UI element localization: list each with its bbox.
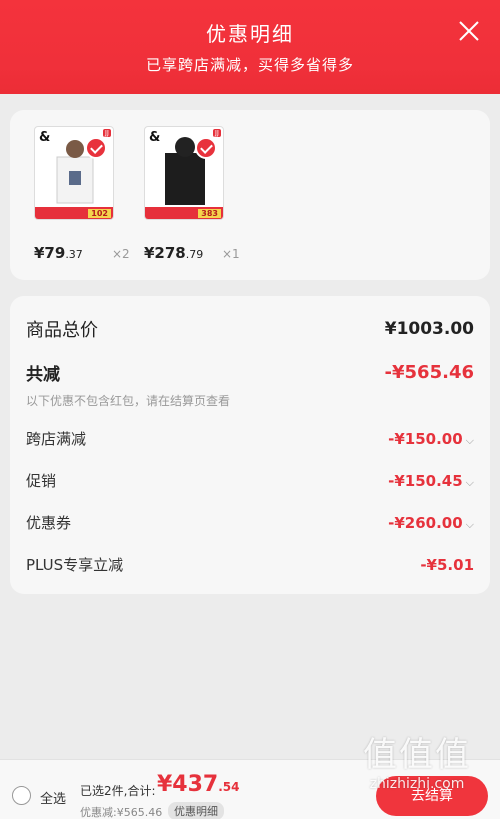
total-discount-row: 共减 -¥565.46 xyxy=(26,360,474,385)
chevron-down-icon[interactable]: ⌵ xyxy=(466,518,474,531)
discount-label: PLUS专享立减 xyxy=(26,556,124,574)
discount-detail-button[interactable]: 优惠明细 xyxy=(168,802,224,819)
discount-label: 跨店满减 xyxy=(26,430,87,448)
product-thumbnail[interactable]: & JJ 102 xyxy=(34,126,114,220)
chevron-down-icon[interactable]: ⌵ xyxy=(466,476,474,489)
close-icon[interactable] xyxy=(458,20,480,42)
discount-value: -¥5.01 xyxy=(420,555,474,574)
discount-value: -¥150.00 ⌵ xyxy=(388,429,474,448)
select-all-radio[interactable] xyxy=(12,786,31,805)
product-quantity: ×1 xyxy=(222,247,240,261)
discount-value: -¥260.00 ⌵ xyxy=(388,513,474,532)
discount-label: 促销 xyxy=(26,472,57,490)
total-label: 商品总价 xyxy=(26,320,98,341)
discount-summary-card: 商品总价 ¥1003.00 共减 -¥565.46 以下优惠不包含红包，请在结算… xyxy=(10,296,490,594)
discount-row-plus: PLUS专享立减 -¥5.01 xyxy=(26,554,474,575)
total-price: ¥437.54 xyxy=(157,772,240,797)
select-all-label[interactable]: 全选 xyxy=(40,788,66,807)
header: 优惠明细 已享跨店满减，买得多省得多 xyxy=(0,0,500,94)
product-thumbnail[interactable]: & JJ 383 xyxy=(144,126,224,220)
page-title: 优惠明细 xyxy=(206,22,294,46)
product-badge-number: 102 xyxy=(88,209,111,218)
saved-amount: 优惠减:¥565.46 xyxy=(80,806,163,819)
checkout-bar: 全选 已选2件,合计: ¥437.54 优惠减:¥565.46 优惠明细 去结算 xyxy=(0,759,500,819)
checkout-button[interactable]: 去结算 xyxy=(376,776,488,816)
product-item[interactable]: & JJ 102 ¥79.37 ×2 xyxy=(34,126,130,262)
discount-note: 以下优惠不包含红包，请在结算页查看 xyxy=(26,394,231,408)
chevron-down-icon[interactable]: ⌵ xyxy=(466,434,474,447)
total-discount-value: -¥565.46 xyxy=(384,362,474,383)
discount-row-promotion[interactable]: 促销 -¥150.45 ⌵ xyxy=(26,470,474,491)
selected-check-icon[interactable] xyxy=(195,137,217,159)
total-value: ¥1003.00 xyxy=(384,319,474,339)
total-discount-label: 共减 xyxy=(26,365,60,385)
selected-count: 已选2件,合计: xyxy=(80,784,156,798)
product-badge-number: 383 xyxy=(198,209,221,218)
product-quantity: ×2 xyxy=(112,247,130,261)
discount-row-coupon[interactable]: 优惠券 -¥260.00 ⌵ xyxy=(26,512,474,533)
product-price: ¥278.79 xyxy=(144,244,204,262)
products-card: & JJ 102 ¥79.37 ×2 & JJ 383 ¥278.79 ×1 xyxy=(10,110,490,280)
selected-check-icon[interactable] xyxy=(85,137,107,159)
total-row: 商品总价 ¥1003.00 xyxy=(26,316,474,342)
discount-row-cross-store[interactable]: 跨店满减 -¥150.00 ⌵ xyxy=(26,428,474,449)
discount-value: -¥150.45 ⌵ xyxy=(388,471,474,490)
product-price: ¥79.37 xyxy=(34,244,83,262)
product-item[interactable]: & JJ 383 ¥278.79 ×1 xyxy=(144,126,240,262)
page-subtitle: 已享跨店满减，买得多省得多 xyxy=(145,56,354,74)
discount-label: 优惠券 xyxy=(26,514,72,532)
